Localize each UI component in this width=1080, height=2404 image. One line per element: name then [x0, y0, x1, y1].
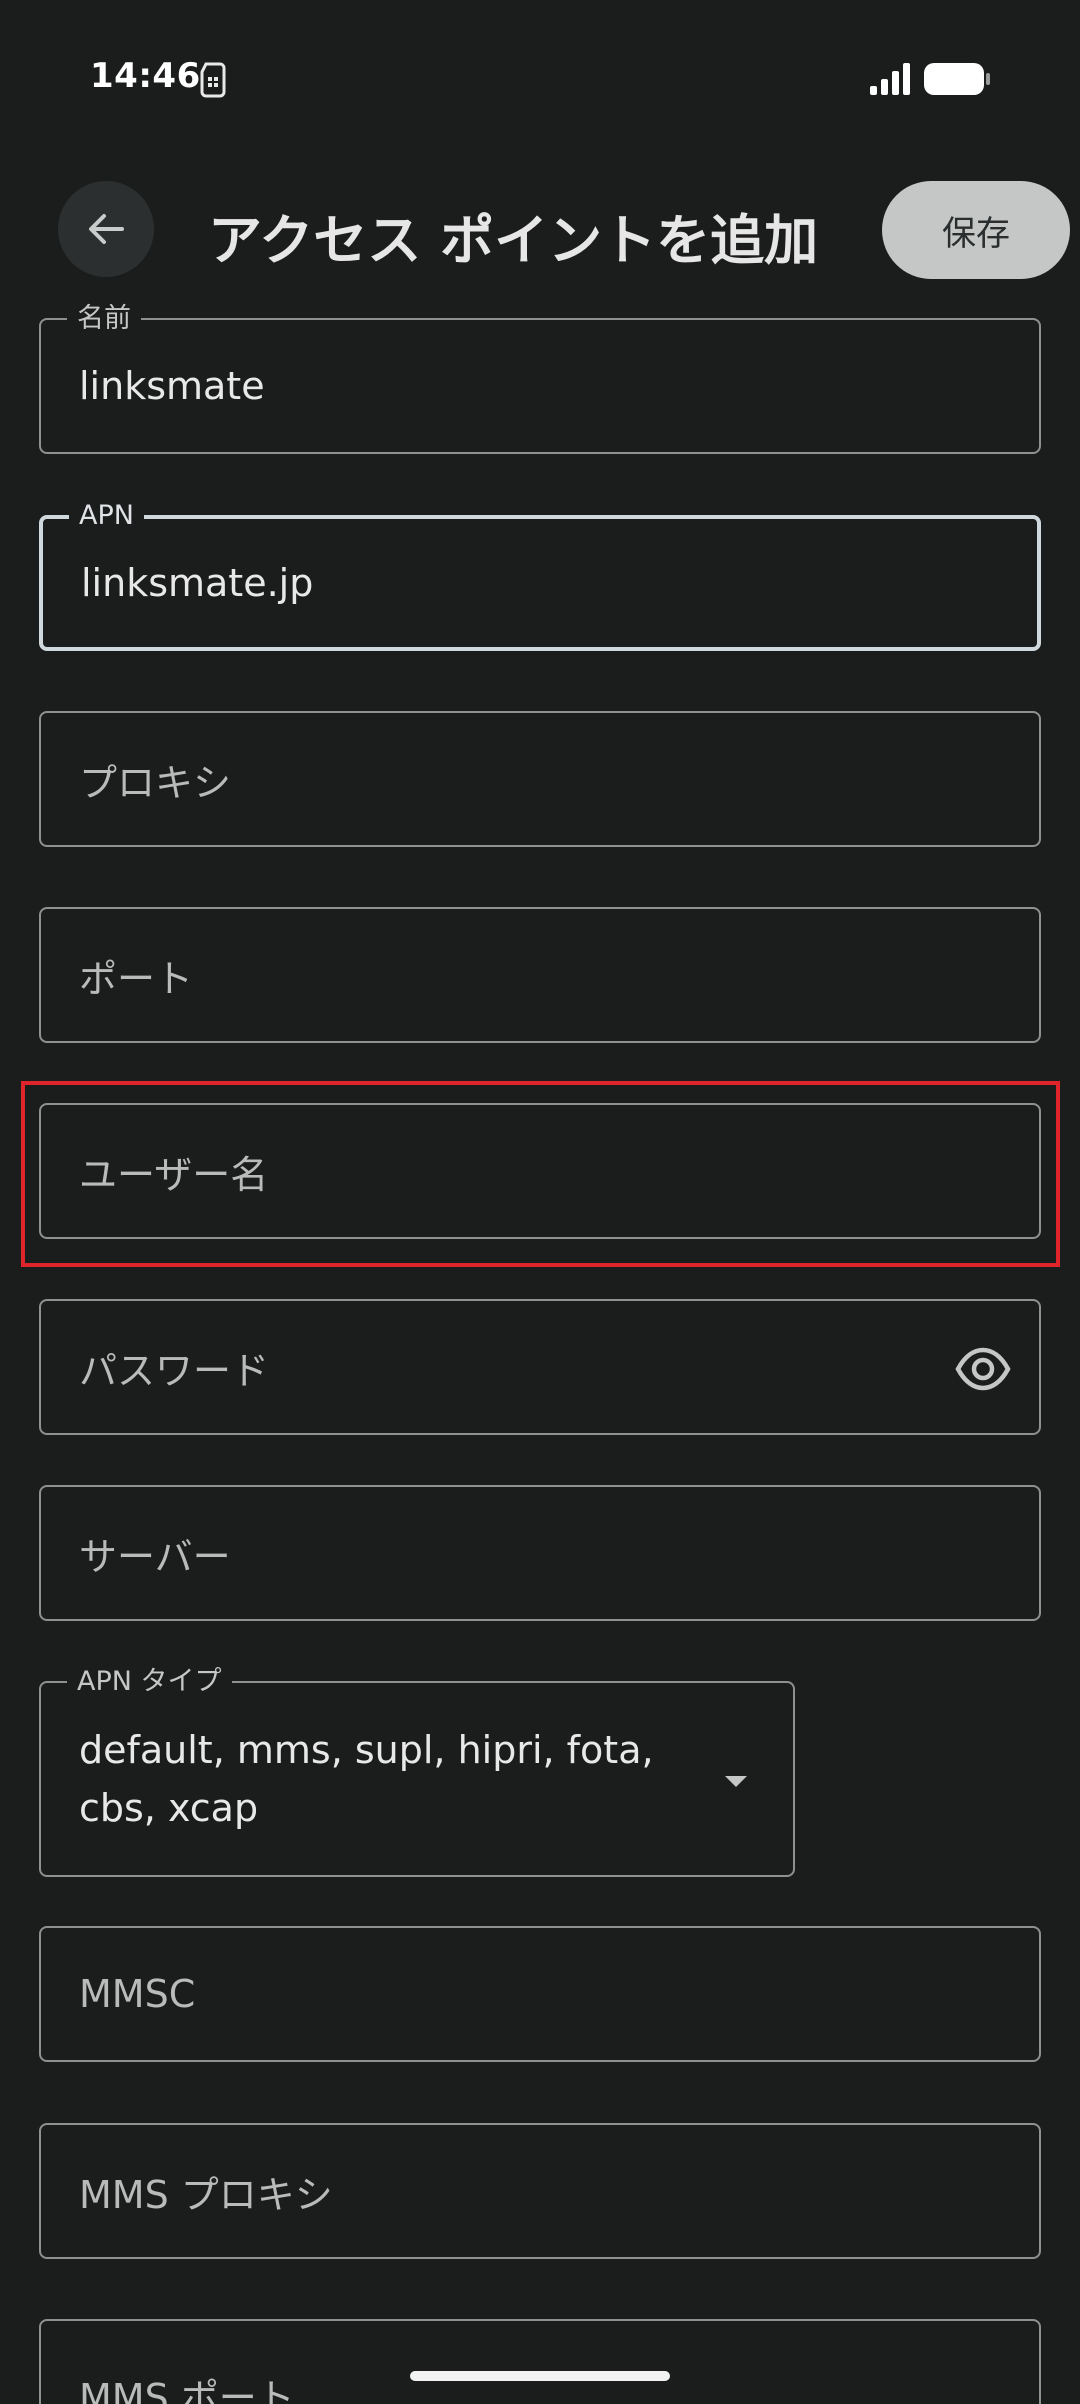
port-field[interactable]: ポート: [39, 907, 1041, 1043]
save-button[interactable]: 保存: [882, 181, 1070, 279]
battery-icon: [924, 63, 990, 95]
home-indicator[interactable]: [410, 2371, 670, 2381]
signal-icon: [870, 63, 910, 95]
page-title: アクセス ポイントを追加: [208, 209, 819, 272]
mms-port-field[interactable]: MMS ポート: [39, 2319, 1041, 2404]
dropdown-arrow-icon: [725, 1776, 747, 1787]
username-field[interactable]: ユーザー名: [39, 1103, 1041, 1239]
username-field-placeholder: ユーザー名: [79, 1152, 269, 1197]
apn-type-dropdown[interactable]: APN タイプ default, mms, supl, hipri, fota,…: [39, 1665, 795, 1877]
back-button[interactable]: [58, 181, 154, 277]
server-field[interactable]: サーバー: [39, 1485, 1041, 1621]
port-field-placeholder: ポート: [79, 956, 194, 1001]
mms-proxy-field[interactable]: MMS プロキシ: [39, 2123, 1041, 2259]
server-field-placeholder: サーバー: [79, 1534, 231, 1579]
mms-proxy-field-placeholder: MMS プロキシ: [79, 2172, 333, 2217]
mms-port-field-placeholder: MMS ポート: [79, 2376, 295, 2404]
apn-type-value: default, mms, supl, hipri, fota, cbs, xc…: [79, 1728, 654, 1830]
name-field-value: linksmate: [79, 364, 265, 408]
name-field[interactable]: 名前 linksmate: [39, 302, 1041, 454]
proxy-field[interactable]: プロキシ: [39, 711, 1041, 847]
sim-card-icon: [200, 62, 226, 98]
mmsc-field-placeholder: MMSC: [79, 1972, 196, 2016]
password-field-placeholder: パスワード: [79, 1348, 270, 1393]
apn-edit-screen: 14:46 アクセス ポイントを追加 保存 名前 linksmate APN l…: [0, 0, 1080, 2404]
password-field[interactable]: パスワード: [39, 1299, 1041, 1435]
apn-field-value: linksmate.jp: [81, 561, 314, 605]
status-bar: 14:46: [0, 0, 1080, 150]
eye-icon[interactable]: [955, 1341, 1011, 1397]
apn-field[interactable]: APN linksmate.jp: [39, 499, 1041, 651]
arrow-back-icon: [89, 214, 124, 244]
proxy-field-placeholder: プロキシ: [79, 760, 232, 805]
mmsc-field[interactable]: MMSC: [39, 1926, 1041, 2062]
status-time: 14:46: [90, 56, 201, 96]
